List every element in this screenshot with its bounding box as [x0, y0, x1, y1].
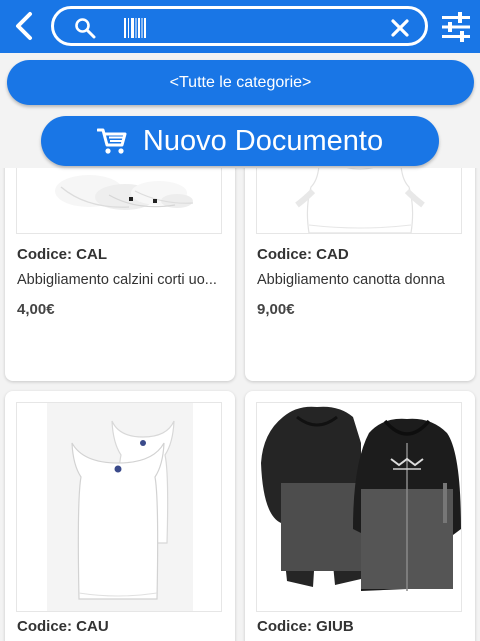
product-description: Abbigliamento calzini corti uo...: [17, 272, 217, 288]
product-grid: Codice: CAL Abbigliamento calzini corti …: [0, 168, 480, 641]
product-price: 4,00€: [17, 301, 55, 318]
product-image: [256, 168, 462, 234]
category-selector-button[interactable]: <Tutte le categorie>: [7, 60, 474, 105]
product-card-cal[interactable]: Codice: CAL Abbigliamento calzini corti …: [5, 168, 235, 381]
product-price: 9,00€: [257, 301, 295, 318]
product-image: [256, 402, 462, 612]
category-selector-label: <Tutte le categorie>: [169, 73, 312, 91]
product-code: Codice: CAL: [17, 246, 107, 263]
product-code: Codice: CAU: [17, 618, 109, 635]
cart-icon: [96, 128, 127, 154]
new-document-label: Nuovo Documento: [142, 124, 384, 157]
close-icon[interactable]: [390, 18, 410, 38]
product-code: Codice: GIUB: [257, 618, 354, 635]
undershirts-image: [47, 403, 193, 611]
back-button[interactable]: [8, 10, 40, 42]
tune-filters-icon[interactable]: [440, 12, 472, 42]
socks-image: [55, 175, 194, 210]
product-card-cau[interactable]: Codice: CAU: [5, 391, 235, 641]
product-image: [16, 402, 222, 612]
search-icon[interactable]: [74, 17, 96, 39]
search-bar[interactable]: [51, 6, 428, 46]
top-app-bar: [0, 0, 480, 53]
hoodie-jackets-image: [261, 406, 461, 591]
tank-top-image: [295, 168, 425, 233]
product-card-giub[interactable]: Codice: GIUB: [245, 391, 475, 641]
barcode-scan-icon[interactable]: [123, 17, 147, 39]
product-description: Abbigliamento canotta donna: [257, 272, 445, 288]
new-document-button[interactable]: Nuovo Documento: [41, 116, 439, 166]
product-image: [16, 168, 222, 234]
product-card-cad[interactable]: Codice: CAD Abbigliamento canotta donna …: [245, 168, 475, 381]
chevron-left-icon: [16, 12, 32, 40]
product-code: Codice: CAD: [257, 246, 349, 263]
search-input[interactable]: [154, 13, 378, 43]
